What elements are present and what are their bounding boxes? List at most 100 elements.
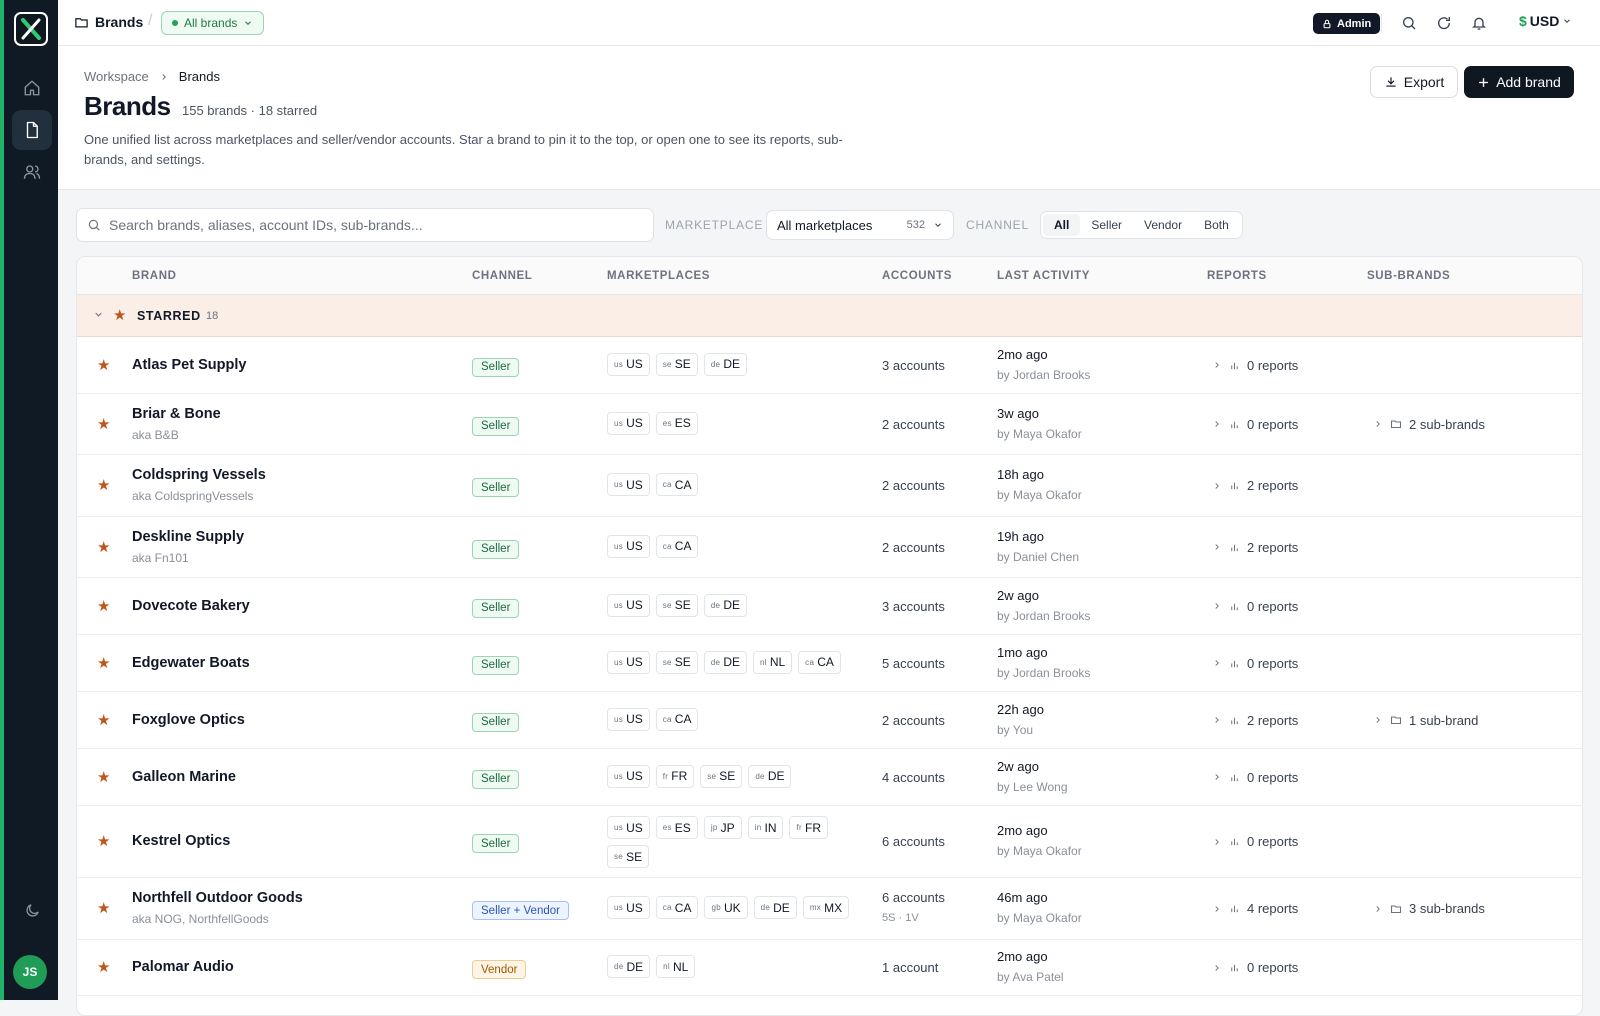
brand-name[interactable]: Coldspring Vessels	[132, 467, 266, 483]
star-icon[interactable]: ★	[97, 538, 110, 556]
bar-chart-icon	[1231, 482, 1238, 490]
column-sub-brands[interactable]: SUB-BRANDS	[1367, 270, 1450, 282]
table-row[interactable]: ★ Dovecote Bakery Seller us US se SE de DE 3 acco…	[77, 578, 1582, 635]
brand-name[interactable]: Briar & Bone	[132, 406, 221, 422]
marketplace-chip: fr FR	[655, 764, 695, 788]
channel-option-all[interactable]: All	[1043, 214, 1081, 236]
brand-name[interactable]: Deskline Supply	[132, 529, 244, 545]
nav-brands[interactable]	[12, 110, 52, 150]
breadcrumb-workspace[interactable]: Workspace	[84, 69, 149, 84]
column-brand[interactable]: BRAND	[132, 270, 177, 282]
marketplace-code: UK	[723, 900, 741, 915]
refresh-button[interactable]	[1433, 12, 1455, 34]
reports-toggle[interactable]: 2 reports	[1212, 478, 1298, 493]
table-row[interactable]: ★ Coldspring Vessels aka ColdspringVessels…	[77, 455, 1582, 517]
table-row[interactable]: ★ Northfell Outdoor Goods aka NOG, Northfe…	[77, 878, 1582, 940]
app-logo[interactable]	[14, 12, 48, 46]
column-reports[interactable]: REPORTS	[1207, 270, 1267, 282]
marketplace-chip: us US	[607, 816, 650, 839]
channel-option-seller[interactable]: Seller	[1080, 214, 1133, 236]
table-row[interactable]: ★ Deskline Supply aka Fn101 Seller us US ca CA 2…	[77, 517, 1582, 578]
reports-toggle[interactable]: 0 reports	[1212, 960, 1298, 975]
marketplace-list: us US es ES	[607, 411, 862, 435]
download-icon	[1386, 77, 1396, 87]
table-row[interactable]: ★ Foxglove Optics Seller us US ca CA 2 accounts…	[77, 692, 1582, 749]
table-row[interactable]: ★ Atlas Pet Supply Seller us US se SE de DE 3 acc…	[77, 337, 1582, 394]
column-channel[interactable]: CHANNEL	[472, 270, 532, 282]
reports-toggle[interactable]: 4 reports	[1212, 901, 1298, 916]
reports-toggle[interactable]: 0 reports	[1212, 656, 1298, 671]
nav-users[interactable]	[12, 152, 52, 192]
star-icon[interactable]: ★	[97, 356, 110, 374]
brand-name[interactable]: Edgewater Boats	[132, 655, 250, 671]
star-icon[interactable]: ★	[97, 899, 110, 917]
brand-filter-dropdown[interactable]: All brands	[161, 11, 265, 35]
marketplace-code: US	[626, 769, 643, 783]
reports-toggle[interactable]: 0 reports	[1212, 599, 1298, 614]
sub-brands-count: 1 sub-brand	[1409, 712, 1479, 728]
sub-brands-toggle[interactable]: 1 sub-brand	[1373, 713, 1478, 728]
nav-home[interactable]	[12, 68, 52, 108]
reports-toggle[interactable]: 2 reports	[1212, 713, 1298, 728]
search-button[interactable]	[1398, 12, 1420, 34]
reports-toggle[interactable]: 2 reports	[1212, 540, 1298, 555]
brand-name[interactable]: Palomar Audio	[132, 959, 234, 975]
table-row[interactable]: ★ Kestrel Optics Seller us US es ES jp JP in IN fr F…	[77, 806, 1582, 878]
export-button[interactable]: Export	[1370, 66, 1458, 98]
moon-icon	[25, 903, 39, 917]
search-input[interactable]	[109, 217, 629, 233]
reports-toggle[interactable]: 0 reports	[1212, 358, 1298, 373]
marketplace-chip: us US	[607, 473, 650, 496]
star-icon[interactable]: ★	[97, 832, 110, 850]
column-marketplaces[interactable]: MARKETPLACES	[607, 270, 710, 282]
sub-brands-toggle[interactable]: 2 sub-brands	[1373, 417, 1485, 432]
bar-chart-icon	[1231, 421, 1238, 428]
brand-name[interactable]: Atlas Pet Supply	[132, 357, 246, 373]
starred-group-header[interactable]: ★ STARRED 18	[77, 295, 1582, 337]
star-icon[interactable]: ★	[97, 711, 110, 729]
column-last-activity[interactable]: LAST ACTIVITY	[997, 270, 1090, 282]
star-icon[interactable]: ★	[97, 476, 110, 494]
add-brand-button[interactable]: Add brand	[1464, 66, 1574, 98]
brand-name[interactable]: Northfell Outdoor Goods	[132, 890, 303, 906]
star-icon[interactable]: ★	[97, 958, 110, 976]
star-icon[interactable]: ★	[97, 654, 110, 672]
brand-name[interactable]: Dovecote Bakery	[132, 598, 250, 614]
chevron-down-icon	[1564, 19, 1571, 23]
user-avatar[interactable]: JS	[13, 955, 47, 989]
brand-name[interactable]: Kestrel Optics	[132, 833, 230, 849]
marketplace-code: ES	[674, 820, 691, 835]
users-icon	[23, 165, 41, 179]
table-row[interactable]: ★ Galleon Marine Seller us US fr FR se SE de DE 4 a…	[77, 749, 1582, 806]
last-activity-user: by Maya Okafor	[997, 911, 1082, 925]
star-icon[interactable]: ★	[97, 768, 110, 786]
last-activity-time: 22h ago	[997, 701, 1044, 717]
theme-toggle[interactable]	[12, 890, 52, 930]
search-box[interactable]	[76, 208, 654, 242]
currency-selector[interactable]: $ USD	[1519, 13, 1572, 29]
channel-option-vendor[interactable]: Vendor	[1133, 214, 1193, 236]
channel-option-both[interactable]: Both	[1193, 214, 1240, 236]
brand-counts: 155 brands · 18 starred	[182, 103, 318, 118]
country-code: gb	[711, 903, 721, 912]
column-accounts[interactable]: ACCOUNTS	[882, 270, 952, 282]
country-code: fr	[796, 823, 802, 832]
chevron-right-icon	[1215, 362, 1219, 368]
reports-toggle[interactable]: 0 reports	[1212, 417, 1298, 432]
country-code: jp	[710, 823, 718, 832]
brand-name[interactable]: Foxglove Optics	[132, 712, 245, 728]
table-row[interactable]: ★ Briar & Bone aka B&B Seller us US es ES 2 acco…	[77, 394, 1582, 455]
marketplace-list: us US se SE de DE	[607, 352, 862, 376]
marketplace-select[interactable]: All marketplaces 532	[766, 210, 954, 240]
star-icon[interactable]: ★	[97, 597, 110, 615]
brand-name[interactable]: Galleon Marine	[132, 769, 236, 785]
reports-toggle[interactable]: 0 reports	[1212, 770, 1298, 785]
table-row[interactable]: ★ Edgewater Boats Seller us US se SE de DE nl NL ca…	[77, 635, 1582, 692]
star-icon[interactable]: ★	[97, 415, 110, 433]
country-code: de	[710, 600, 721, 610]
notifications-button[interactable]	[1468, 12, 1490, 34]
reports-toggle[interactable]: 0 reports	[1212, 834, 1298, 849]
sub-brands-toggle[interactable]: 3 sub-brands	[1373, 901, 1485, 916]
marketplace-chip: us US	[607, 764, 650, 788]
table-row[interactable]: ★ Palomar Audio Vendor de DE nl NL 1 account 2mo…	[77, 940, 1582, 996]
